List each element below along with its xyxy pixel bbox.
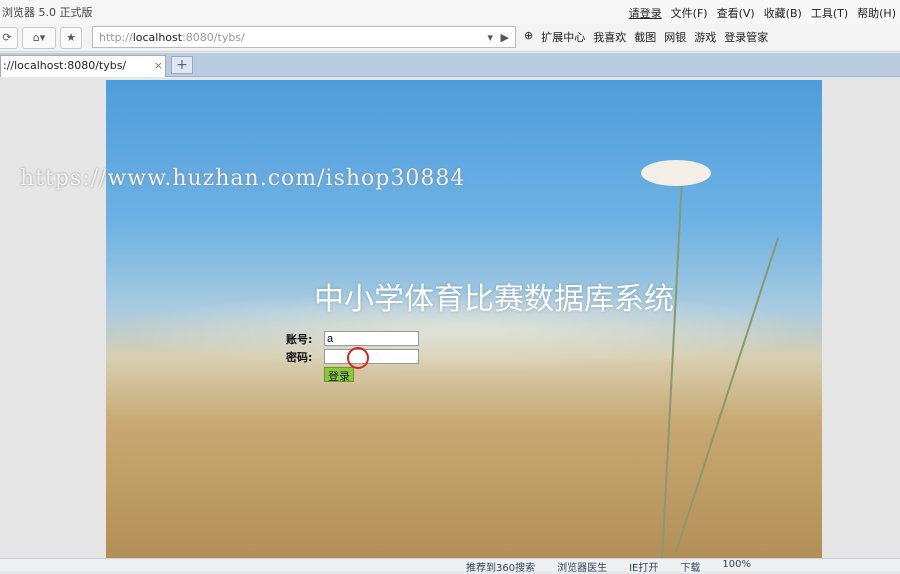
login-manager[interactable]: 登录管家	[724, 29, 768, 45]
background-image: 中小学体育比赛数据库系统 账号: 密码: 登录	[106, 80, 822, 558]
menu-view[interactable]: 查看(V)	[717, 5, 755, 21]
downloads[interactable]: 下载	[680, 559, 700, 574]
shield-icon[interactable]: ⊕	[524, 29, 533, 45]
menu-bar: 请登录 文件(F) 查看(V) 收藏(B) 工具(T) 帮助(H)	[629, 5, 896, 21]
menu-file[interactable]: 文件(F)	[671, 5, 708, 21]
screenshot-tool[interactable]: 截图	[634, 29, 656, 45]
menu-help[interactable]: 帮助(H)	[857, 5, 896, 21]
new-tab-button[interactable]: +	[171, 56, 193, 74]
url-prefix: http://	[99, 30, 133, 44]
password-label: 密码:	[286, 350, 313, 364]
account-label: 账号:	[286, 332, 313, 346]
account-input[interactable]	[324, 331, 419, 346]
tab-bar: ://localhost:8080/tybs/ × +	[0, 53, 900, 77]
tab-active[interactable]: ://localhost:8080/tybs/ ×	[0, 55, 166, 77]
watermark: https://www.huzhan.com/ishop30884	[20, 166, 466, 191]
close-icon[interactable]: ×	[154, 59, 163, 74]
extension-center[interactable]: 扩展中心	[541, 29, 585, 45]
home-icon[interactable]: ⌂▾	[22, 26, 56, 49]
favorites-tool[interactable]: 我喜欢	[593, 29, 626, 45]
page-title: 中小学体育比赛数据库系统	[314, 282, 674, 317]
banking-tool[interactable]: 网银	[664, 29, 686, 45]
page-content: 中小学体育比赛数据库系统 账号: 密码: 登录 https://www.huzh…	[0, 78, 900, 558]
games-tool[interactable]: 游戏	[694, 29, 716, 45]
tab-label: ://localhost:8080/tybs/	[3, 59, 127, 72]
refresh-icon[interactable]: ⟳	[0, 26, 18, 49]
url-rest: :8080/tybs/	[182, 30, 245, 44]
url-host: localhost	[132, 30, 183, 44]
menu-favorites[interactable]: 收藏(B)	[764, 5, 802, 21]
menu-tools[interactable]: 工具(T)	[811, 5, 848, 21]
title-bar: 浏览器 5.0 正式版 请登录 文件(F) 查看(V) 收藏(B) 工具(T) …	[0, 0, 900, 24]
go-icon[interactable]: ▶	[501, 31, 509, 44]
flower	[641, 160, 711, 186]
dropdown-icon[interactable]: ▾	[487, 31, 493, 44]
cursor-highlight	[347, 347, 369, 369]
recommend-360[interactable]: 推荐到360搜索	[466, 559, 535, 574]
toolbar: ⊕ 扩展中心 我喜欢 截图 网银 游戏 登录管家	[524, 29, 768, 45]
status-bar: 推荐到360搜索 浏览器医生 IE打开 下载 100%	[0, 558, 900, 574]
star-icon[interactable]: ★	[60, 26, 82, 49]
zoom-level[interactable]: 100%	[722, 559, 751, 574]
browser-doctor[interactable]: 浏览器医生	[557, 559, 607, 574]
address-bar[interactable]: http://localhost:8080/tybs/ ▾ ▶	[92, 26, 516, 48]
login-link[interactable]: 请登录	[629, 5, 662, 21]
window-title: 浏览器 5.0 正式版	[2, 6, 93, 19]
login-button[interactable]: 登录	[324, 367, 354, 383]
password-input[interactable]	[324, 349, 419, 364]
open-in-ie[interactable]: IE打开	[629, 559, 658, 574]
flower-stem	[675, 237, 779, 553]
navigation-bar: ⟳ ⌂▾ ★ http://localhost:8080/tybs/ ▾ ▶ ⊕…	[0, 24, 900, 52]
